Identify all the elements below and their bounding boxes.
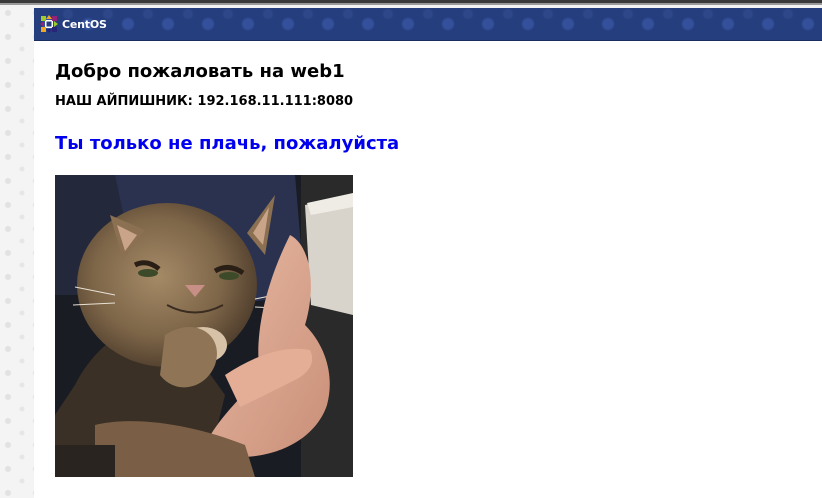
centos-logo-icon <box>40 15 58 33</box>
left-pattern-strip <box>0 5 34 498</box>
centos-logo: CentOS <box>40 15 107 33</box>
centos-header-banner: CentOS <box>34 8 822 41</box>
browser-top-edge <box>0 0 822 5</box>
ip-address-text: НАШ АЙПИШНИК: 192.168.11.111:8080 <box>55 94 354 109</box>
crying-cat-image <box>55 175 353 477</box>
page-content: Добро пожаловать на web1 НАШ АЙПИШНИК: 1… <box>34 41 822 498</box>
page-title: Добро пожаловать на web1 <box>55 61 345 82</box>
centos-logo-text: CentOS <box>62 17 107 31</box>
dont-cry-text: Ты только не плачь, пожалуйста <box>55 133 400 154</box>
